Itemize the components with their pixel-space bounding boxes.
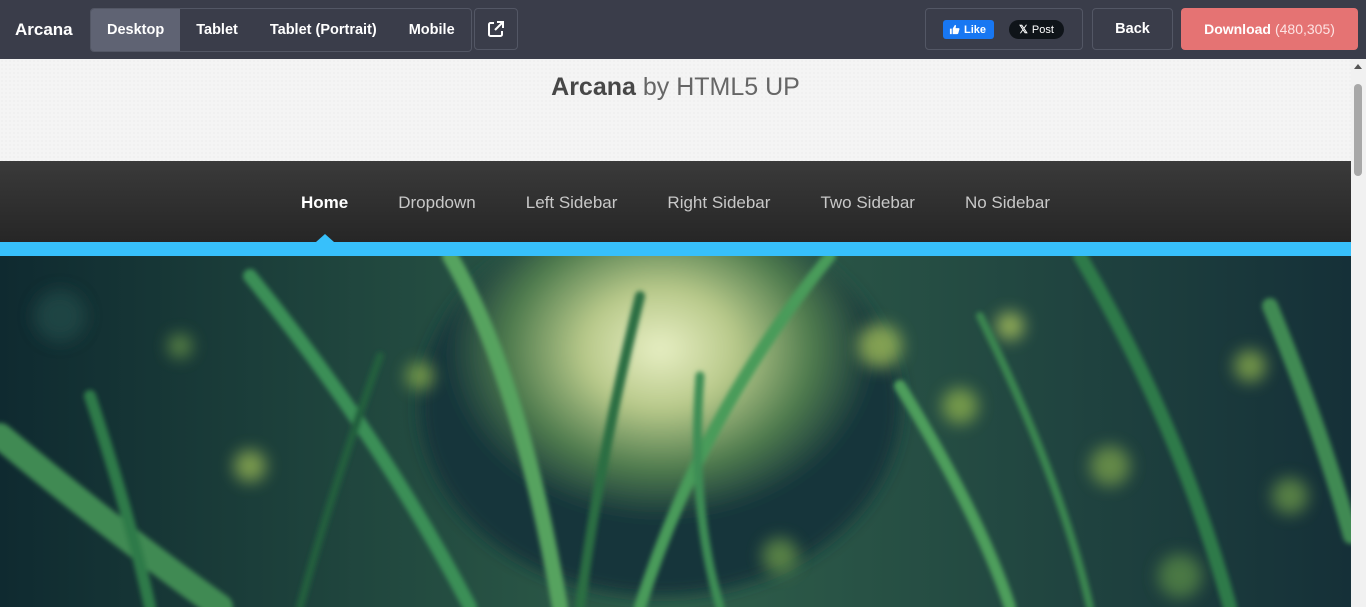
x-post-button[interactable]: 𝕏 Post (1009, 20, 1064, 39)
device-switcher: Desktop Tablet Tablet (Portrait) Mobile (90, 8, 472, 52)
download-count: (480,305) (1274, 21, 1335, 37)
nav-item-home[interactable]: Home (276, 161, 373, 242)
external-link-icon (488, 21, 504, 37)
like-label: Like (964, 23, 987, 36)
vertical-scrollbar[interactable] (1351, 59, 1366, 607)
site-nav: Home Dropdown Left Sidebar Right Sidebar… (0, 161, 1351, 242)
scrollbar-thumb[interactable] (1354, 84, 1362, 176)
download-label: Download (1204, 21, 1271, 37)
download-button[interactable]: Download (480,305) (1181, 8, 1358, 50)
site-title-name: Arcana (551, 73, 636, 101)
thumbs-up-icon (949, 24, 960, 35)
post-label: Post (1031, 23, 1054, 36)
device-desktop-button[interactable]: Desktop (91, 9, 181, 51)
device-tablet-portrait-button[interactable]: Tablet (Portrait) (254, 9, 393, 51)
site-preview-frame: Arcana by HTML5 UP Home Dropdown Left Si… (0, 59, 1351, 607)
hero-banner-image (0, 256, 1351, 607)
device-tablet-button[interactable]: Tablet (180, 9, 254, 51)
nav-item-two-sidebar[interactable]: Two Sidebar (795, 161, 940, 242)
open-external-button[interactable] (474, 8, 518, 50)
nav-item-left-sidebar[interactable]: Left Sidebar (501, 161, 643, 242)
nav-accent-bar (0, 242, 1351, 256)
preview-toolbar: Arcana Desktop Tablet Tablet (Portrait) … (0, 0, 1366, 59)
back-button[interactable]: Back (1092, 8, 1173, 50)
nav-item-dropdown[interactable]: Dropdown (373, 161, 501, 242)
site-title-by: by HTML5 UP (642, 73, 800, 101)
device-mobile-button[interactable]: Mobile (393, 9, 471, 51)
site-title[interactable]: Arcana by HTML5 UP (0, 73, 1351, 102)
brand-name: Arcana (15, 20, 73, 39)
social-buttons: Like 𝕏 Post (925, 8, 1083, 50)
active-caret-icon (315, 234, 334, 242)
nav-item-right-sidebar[interactable]: Right Sidebar (642, 161, 795, 242)
scroll-up-arrow-icon[interactable] (1354, 64, 1362, 69)
grass-photo (0, 256, 1351, 607)
facebook-like-button[interactable]: Like (943, 20, 995, 39)
nav-item-no-sidebar[interactable]: No Sidebar (940, 161, 1075, 242)
site-header: Arcana by HTML5 UP (0, 59, 1351, 161)
x-logo-icon: 𝕏 (1019, 24, 1028, 36)
